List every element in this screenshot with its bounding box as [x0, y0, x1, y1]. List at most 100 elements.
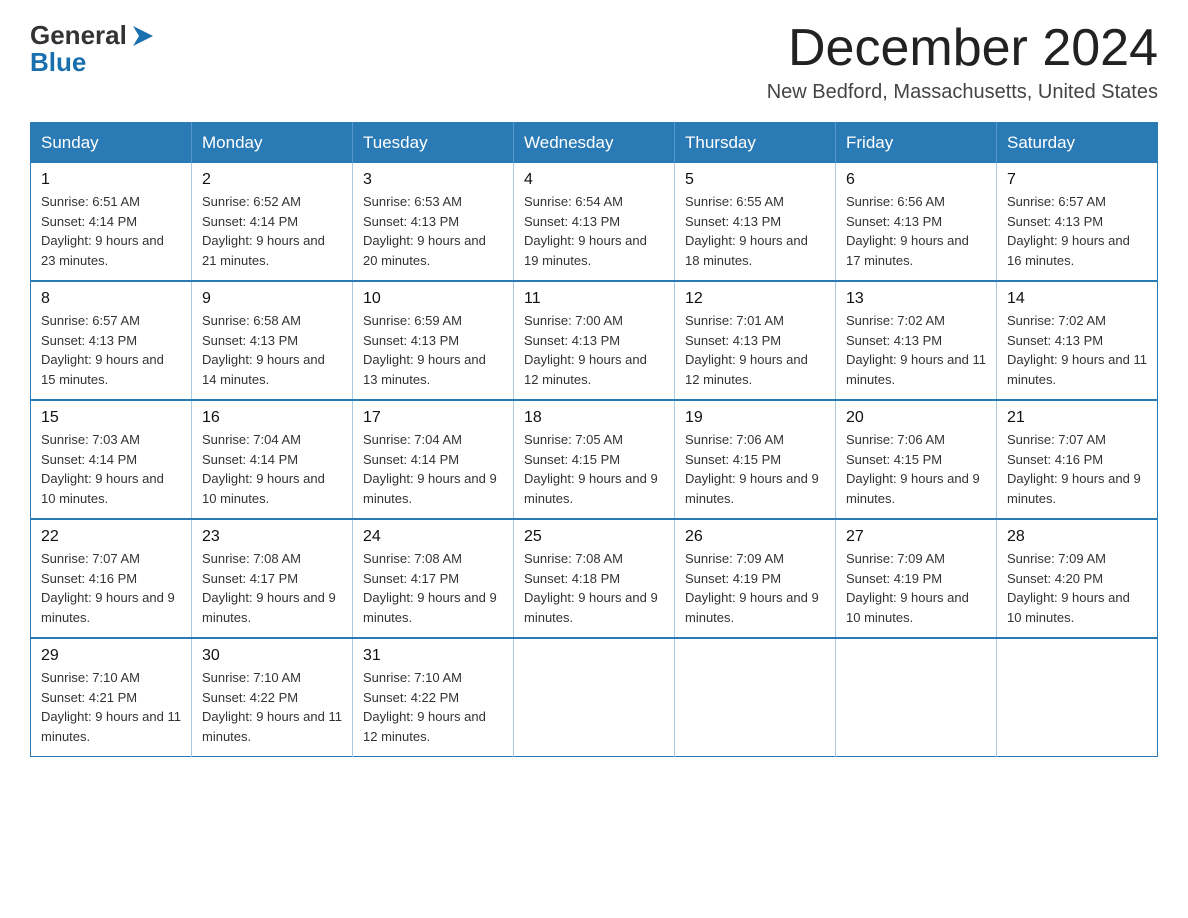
calendar-day-cell — [836, 638, 997, 757]
day-number: 9 — [202, 290, 342, 308]
calendar-day-cell: 24 Sunrise: 7:08 AMSunset: 4:17 PMDayligh… — [353, 519, 514, 638]
day-info: Sunrise: 6:51 AMSunset: 4:14 PMDaylight:… — [41, 192, 181, 270]
day-number: 25 — [524, 528, 664, 546]
day-number: 28 — [1007, 528, 1147, 546]
day-number: 2 — [202, 171, 342, 189]
day-info: Sunrise: 7:08 AMSunset: 4:17 PMDaylight:… — [202, 549, 342, 627]
day-info: Sunrise: 6:56 AMSunset: 4:13 PMDaylight:… — [846, 192, 986, 270]
calendar-day-cell: 3Sunrise: 6:53 AMSunset: 4:13 PMDaylight… — [353, 163, 514, 281]
day-info: Sunrise: 6:57 AMSunset: 4:13 PMDaylight:… — [41, 311, 181, 389]
calendar-week-row: 29 Sunrise: 7:10 AMSunset: 4:21 PMDayligh… — [31, 638, 1158, 757]
header-area: General Blue December 2024 New Bedford, … — [30, 20, 1158, 104]
day-number: 15 — [41, 409, 181, 427]
day-info: Sunrise: 6:54 AMSunset: 4:13 PMDaylight:… — [524, 192, 664, 270]
day-number: 1 — [41, 171, 181, 189]
weekday-header-wednesday: Wednesday — [514, 123, 675, 164]
weekday-header-friday: Friday — [836, 123, 997, 164]
subtitle: New Bedford, Massachusetts, United State… — [767, 81, 1158, 104]
day-info: Sunrise: 7:01 AMSunset: 4:13 PMDaylight:… — [685, 311, 825, 389]
calendar-day-cell: 1 Sunrise: 6:51 AMSunset: 4:14 PMDaylight… — [31, 163, 192, 281]
calendar-day-cell: 8 Sunrise: 6:57 AMSunset: 4:13 PMDaylight… — [31, 281, 192, 400]
day-info: Sunrise: 7:06 AMSunset: 4:15 PMDaylight:… — [846, 430, 986, 508]
day-number: 27 — [846, 528, 986, 546]
calendar-day-cell: 27 Sunrise: 7:09 AMSunset: 4:19 PMDayligh… — [836, 519, 997, 638]
logo-text-blue: Blue — [30, 47, 86, 78]
day-info: Sunrise: 7:02 AMSunset: 4:13 PMDaylight:… — [1007, 311, 1147, 389]
day-info: Sunrise: 6:59 AMSunset: 4:13 PMDaylight:… — [363, 311, 503, 389]
calendar-day-cell: 31 Sunrise: 7:10 AMSunset: 4:22 PMDayligh… — [353, 638, 514, 757]
day-number: 30 — [202, 647, 342, 665]
day-info: Sunrise: 7:05 AMSunset: 4:15 PMDaylight:… — [524, 430, 664, 508]
day-info: Sunrise: 7:09 AMSunset: 4:19 PMDaylight:… — [846, 549, 986, 627]
day-info: Sunrise: 7:06 AMSunset: 4:15 PMDaylight:… — [685, 430, 825, 508]
day-info: Sunrise: 7:09 AMSunset: 4:19 PMDaylight:… — [685, 549, 825, 627]
day-info: Sunrise: 7:10 AMSunset: 4:22 PMDaylight:… — [363, 668, 503, 746]
calendar-day-cell: 6 Sunrise: 6:56 AMSunset: 4:13 PMDaylight… — [836, 163, 997, 281]
day-number: 14 — [1007, 290, 1147, 308]
title-area: December 2024 New Bedford, Massachusetts… — [767, 20, 1158, 104]
day-number: 22 — [41, 528, 181, 546]
calendar-day-cell: 22 Sunrise: 7:07 AMSunset: 4:16 PMDayligh… — [31, 519, 192, 638]
calendar-day-cell: 28 Sunrise: 7:09 AMSunset: 4:20 PMDayligh… — [997, 519, 1158, 638]
day-number: 20 — [846, 409, 986, 427]
day-info: Sunrise: 6:53 AMSunset: 4:13 PMDaylight:… — [363, 192, 503, 270]
day-info: Sunrise: 7:09 AMSunset: 4:20 PMDaylight:… — [1007, 549, 1147, 627]
calendar-day-cell: 2 Sunrise: 6:52 AMSunset: 4:14 PMDaylight… — [192, 163, 353, 281]
calendar-day-cell — [997, 638, 1158, 757]
day-info: Sunrise: 7:07 AMSunset: 4:16 PMDaylight:… — [41, 549, 181, 627]
day-info: Sunrise: 7:02 AMSunset: 4:13 PMDaylight:… — [846, 311, 986, 389]
calendar-day-cell: 15 Sunrise: 7:03 AMSunset: 4:14 PMDayligh… — [31, 400, 192, 519]
calendar-day-cell: 10Sunrise: 6:59 AMSunset: 4:13 PMDayligh… — [353, 281, 514, 400]
day-number: 8 — [41, 290, 181, 308]
day-info: Sunrise: 7:03 AMSunset: 4:14 PMDaylight:… — [41, 430, 181, 508]
logo: General Blue — [30, 20, 157, 78]
calendar-day-cell: 17 Sunrise: 7:04 AMSunset: 4:14 PMDayligh… — [353, 400, 514, 519]
weekday-header-thursday: Thursday — [675, 123, 836, 164]
weekday-header-tuesday: Tuesday — [353, 123, 514, 164]
day-info: Sunrise: 6:55 AMSunset: 4:13 PMDaylight:… — [685, 192, 825, 270]
day-info: Sunrise: 6:58 AMSunset: 4:13 PMDaylight:… — [202, 311, 342, 389]
day-number: 18 — [524, 409, 664, 427]
day-number: 4 — [524, 171, 664, 189]
day-info: Sunrise: 7:04 AMSunset: 4:14 PMDaylight:… — [202, 430, 342, 508]
weekday-header-sunday: Sunday — [31, 123, 192, 164]
calendar-day-cell: 30 Sunrise: 7:10 AMSunset: 4:22 PMDayligh… — [192, 638, 353, 757]
weekday-header-saturday: Saturday — [997, 123, 1158, 164]
calendar-day-cell: 7 Sunrise: 6:57 AMSunset: 4:13 PMDaylight… — [997, 163, 1158, 281]
calendar-day-cell: 23Sunrise: 7:08 AMSunset: 4:17 PMDayligh… — [192, 519, 353, 638]
day-number: 31 — [363, 647, 503, 665]
day-number: 24 — [363, 528, 503, 546]
day-number: 19 — [685, 409, 825, 427]
day-number: 6 — [846, 171, 986, 189]
calendar-day-cell: 14 Sunrise: 7:02 AMSunset: 4:13 PMDayligh… — [997, 281, 1158, 400]
weekday-header-monday: Monday — [192, 123, 353, 164]
day-number: 29 — [41, 647, 181, 665]
calendar-day-cell: 4 Sunrise: 6:54 AMSunset: 4:13 PMDaylight… — [514, 163, 675, 281]
calendar-day-cell — [514, 638, 675, 757]
day-number: 16 — [202, 409, 342, 427]
day-info: Sunrise: 7:08 AMSunset: 4:18 PMDaylight:… — [524, 549, 664, 627]
calendar-day-cell — [675, 638, 836, 757]
calendar-day-cell: 21Sunrise: 7:07 AMSunset: 4:16 PMDayligh… — [997, 400, 1158, 519]
day-number: 21 — [1007, 409, 1147, 427]
day-number: 17 — [363, 409, 503, 427]
day-info: Sunrise: 7:10 AMSunset: 4:21 PMDaylight:… — [41, 668, 181, 746]
calendar-day-cell: 18 Sunrise: 7:05 AMSunset: 4:15 PMDayligh… — [514, 400, 675, 519]
day-info: Sunrise: 6:52 AMSunset: 4:14 PMDaylight:… — [202, 192, 342, 270]
page-title: December 2024 — [767, 20, 1158, 77]
day-info: Sunrise: 7:08 AMSunset: 4:17 PMDaylight:… — [363, 549, 503, 627]
day-number: 12 — [685, 290, 825, 308]
calendar-week-row: 1 Sunrise: 6:51 AMSunset: 4:14 PMDaylight… — [31, 163, 1158, 281]
calendar-day-cell: 12 Sunrise: 7:01 AMSunset: 4:13 PMDayligh… — [675, 281, 836, 400]
calendar-day-cell: 26 Sunrise: 7:09 AMSunset: 4:19 PMDayligh… — [675, 519, 836, 638]
calendar-week-row: 15 Sunrise: 7:03 AMSunset: 4:14 PMDayligh… — [31, 400, 1158, 519]
day-info: Sunrise: 6:57 AMSunset: 4:13 PMDaylight:… — [1007, 192, 1147, 270]
calendar-day-cell: 19 Sunrise: 7:06 AMSunset: 4:15 PMDayligh… — [675, 400, 836, 519]
day-info: Sunrise: 7:10 AMSunset: 4:22 PMDaylight:… — [202, 668, 342, 746]
day-info: Sunrise: 7:04 AMSunset: 4:14 PMDaylight:… — [363, 430, 503, 508]
calendar-table: SundayMondayTuesdayWednesdayThursdayFrid… — [30, 122, 1158, 757]
calendar-day-cell: 16 Sunrise: 7:04 AMSunset: 4:14 PMDayligh… — [192, 400, 353, 519]
day-number: 11 — [524, 290, 664, 308]
day-number: 26 — [685, 528, 825, 546]
day-number: 7 — [1007, 171, 1147, 189]
